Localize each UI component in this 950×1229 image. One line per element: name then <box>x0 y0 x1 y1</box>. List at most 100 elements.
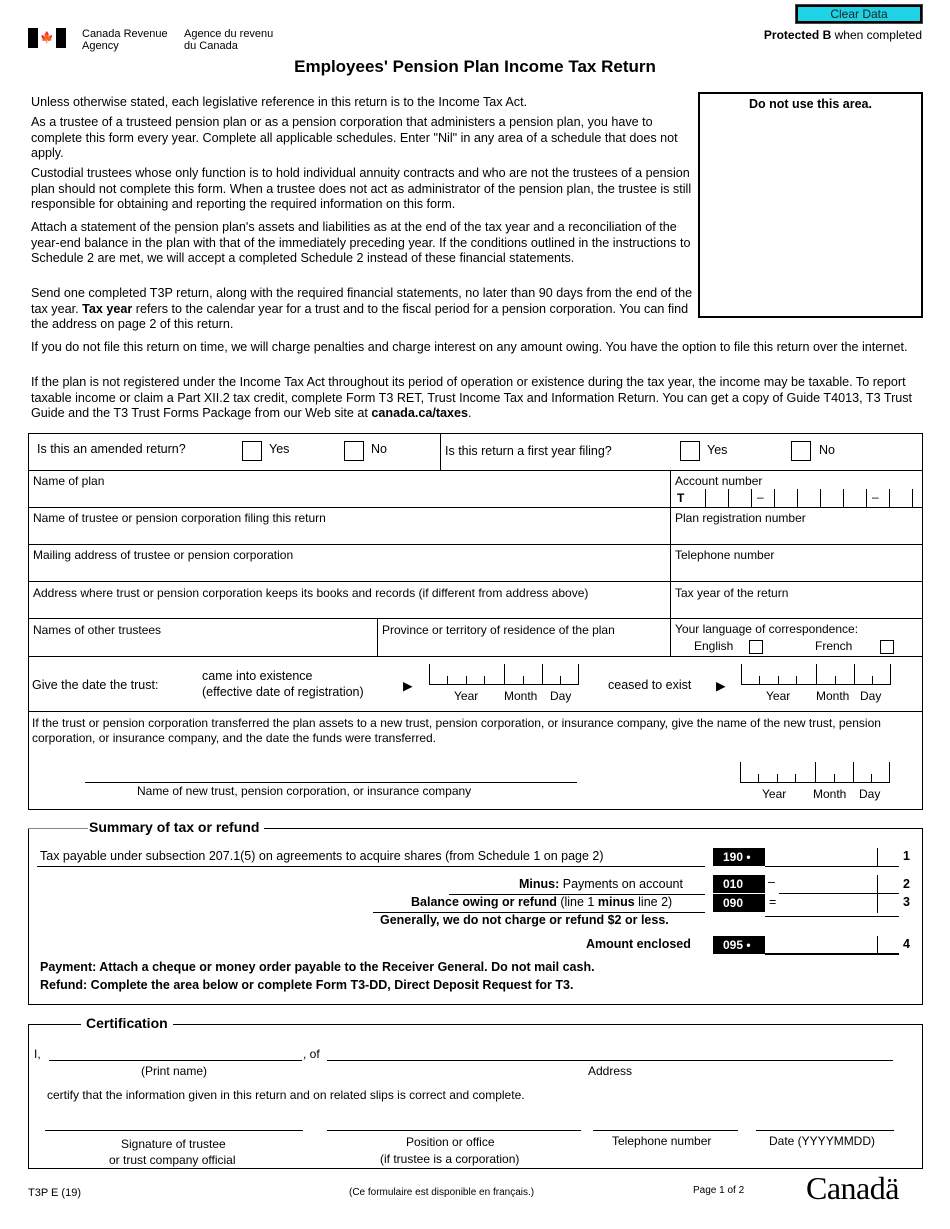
mailing-address-input[interactable] <box>30 563 668 580</box>
account-digit-divider <box>843 489 844 507</box>
cert-telephone-input[interactable] <box>593 1113 738 1131</box>
line3-bold2: minus <box>597 895 635 909</box>
existence-date-input[interactable] <box>429 664 579 685</box>
line3-code: 090 <box>713 894 765 912</box>
date-tick <box>429 664 430 684</box>
cert-date-input[interactable] <box>756 1113 894 1131</box>
line2-amount-input[interactable] <box>779 875 899 894</box>
province-input[interactable] <box>379 637 669 655</box>
date-tick <box>740 762 741 782</box>
agency-name-fr: Agence du revenu du Canada <box>184 28 273 52</box>
agency-en-line1: Canada Revenue <box>82 28 168 40</box>
telephone-label: Telephone number <box>675 548 775 562</box>
account-dash: – <box>757 490 764 504</box>
transfer-date-input[interactable] <box>740 762 890 783</box>
french-label: French <box>815 639 853 653</box>
first-year-yes-label: Yes <box>707 443 728 457</box>
plan-registration-input[interactable] <box>672 526 921 543</box>
province-label: Province or territory of residence of th… <box>382 623 615 637</box>
account-digit-divider <box>774 489 775 507</box>
other-trustees-input[interactable] <box>30 637 375 655</box>
cert-of-label: , of <box>303 1047 320 1061</box>
date-tick <box>560 676 561 684</box>
tax-year-input[interactable] <box>672 600 921 617</box>
english-label: English <box>694 639 734 653</box>
intro-p7-end: . <box>468 406 472 421</box>
books-address-input[interactable] <box>30 600 668 617</box>
do-not-use-area: Do not use this area. <box>698 92 923 318</box>
signature-label-1: Signature of trustee <box>121 1137 226 1151</box>
date-tick <box>578 664 579 684</box>
date-tick <box>447 676 448 684</box>
amended-yes-checkbox[interactable] <box>242 441 262 461</box>
ceased-day-label: Day <box>860 689 882 703</box>
ceased-to-exist-label: ceased to exist <box>608 678 692 692</box>
first-year-yes-checkbox[interactable] <box>680 441 700 461</box>
two-dollar-note: Generally, we do not charge or refund $2… <box>380 913 669 927</box>
name-of-plan-input[interactable] <box>30 488 668 506</box>
french-availability: (Ce formulaire est disponible en françai… <box>349 1187 535 1198</box>
line4-code: 095 • <box>713 936 765 954</box>
line3-amount-input[interactable] <box>765 894 899 912</box>
plan-registration-label: Plan registration number <box>675 511 806 525</box>
intro-p2: As a trustee of a trusteed pension plan … <box>31 115 678 161</box>
date-tick <box>871 774 872 782</box>
date-tick <box>834 774 835 782</box>
signature-input[interactable] <box>45 1113 303 1131</box>
clear-data-button[interactable]: Clear Data <box>795 4 923 24</box>
date-tick <box>796 676 797 684</box>
came-into-existence-label: came into existence <box>202 669 313 683</box>
new-trust-name-input[interactable] <box>85 762 577 782</box>
amended-no-checkbox[interactable] <box>344 441 364 461</box>
first-year-no-label: No <box>819 443 835 457</box>
canada-taxes-link[interactable]: canada.ca/taxes <box>371 406 468 420</box>
agency-fr-line2: du Canada <box>184 40 238 52</box>
trustee-name-input[interactable] <box>30 526 668 543</box>
tax-year-label: Tax year of the return <box>675 586 789 600</box>
telephone-input[interactable] <box>672 563 921 580</box>
date-tick <box>778 676 779 684</box>
existence-year-label: Year <box>454 689 479 703</box>
ceased-date-input[interactable] <box>741 664 891 685</box>
amended-question: Is this an amended return? <box>37 442 186 456</box>
certification-section: Certification I, , of (Print name) Addre… <box>28 1015 923 1169</box>
existence-month-label: Month <box>504 689 538 703</box>
certification-title: Certification <box>81 1015 173 1031</box>
line4-amount-input[interactable] <box>765 936 899 955</box>
date-tick <box>889 762 890 782</box>
line3-text1: (line 1 <box>556 895 598 909</box>
line1-label: Tax payable under subsection 207.1(5) on… <box>40 849 604 863</box>
date-tick <box>795 774 796 782</box>
intro-p6: If you do not file this return on time, … <box>31 340 908 354</box>
maple-leaf-icon: 🍁 <box>40 31 54 44</box>
position-label-1: Position or office <box>406 1135 495 1149</box>
line2-number: 2 <box>903 877 910 891</box>
line1-amount-input[interactable] <box>765 848 899 867</box>
first-year-question: Is this return a first year filing? <box>445 444 612 458</box>
protected-rest: when completed <box>831 28 922 42</box>
line3-number: 3 <box>903 895 910 909</box>
position-label-2: (if trustee is a corporation) <box>380 1152 520 1166</box>
page-title: Employees' Pension Plan Income Tax Retur… <box>294 57 656 76</box>
account-digit-divider <box>705 489 706 507</box>
line2-bold: Minus: <box>519 877 560 891</box>
arrow-right-icon: ▶ <box>716 679 726 693</box>
first-year-no-checkbox[interactable] <box>791 441 811 461</box>
account-number-input[interactable]: – – <box>671 489 922 507</box>
print-name-input[interactable] <box>49 1043 302 1061</box>
french-checkbox[interactable] <box>880 640 894 654</box>
other-trustees-label: Names of other trustees <box>33 623 162 637</box>
english-checkbox[interactable] <box>749 640 763 654</box>
position-input[interactable] <box>327 1113 581 1131</box>
account-digit-divider <box>889 489 890 507</box>
cert-address-input[interactable] <box>327 1043 893 1061</box>
date-tick <box>853 762 854 782</box>
intro-p7: If the plan is not registered under the … <box>31 375 916 422</box>
date-tick <box>815 762 816 782</box>
amended-no-label: No <box>371 442 387 456</box>
intro-p1: Unless otherwise stated, each legislativ… <box>31 95 528 109</box>
date-tick <box>758 774 759 782</box>
mailing-address-label: Mailing address of trustee or pension co… <box>33 548 294 562</box>
date-tick <box>777 774 778 782</box>
account-digit-divider <box>728 489 729 507</box>
